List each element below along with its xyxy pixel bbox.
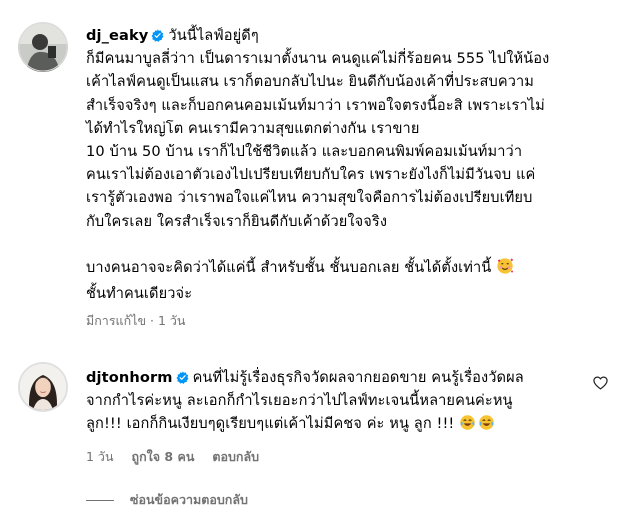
comment-line: บางคนอาจจะคิดว่าได้แค่นี้ สำหรับชั้น ชั้… xyxy=(86,258,492,276)
comment-line: ชั้นทำคนเดียวจ่ะ xyxy=(86,285,193,303)
comment-line: เค้าไลฟ์คนดูเป็นแสน เราก็ตอบกลับไปนะ ยิน… xyxy=(86,73,535,91)
username-dj-eaky[interactable]: dj_eaky xyxy=(86,27,148,44)
comment-djtonhorm: djtonhorm คนที่ไม่รู้เรื่องธุรกิจวัดผลจาก… xyxy=(86,366,584,467)
comment-line: คนที่ไม่รู้เรื่องธุรกิจวัดผลจากยอดขาย คน… xyxy=(192,369,524,386)
heart-outline-icon[interactable] xyxy=(593,375,608,390)
edited-label: มีการแก้ไข xyxy=(86,313,146,329)
avatar-djtonhorm[interactable] xyxy=(18,362,68,412)
comment-line: 10 บ้าน 50 บ้าน เราก็ไปใช้ชีวิตแล้ว และบ… xyxy=(86,143,523,161)
divider xyxy=(86,499,114,501)
comment-line: จากกำไรค่ะหนู ละเอกก็กำไรเยอะกว่าไปไลฟ์ท… xyxy=(86,392,513,410)
comment-text: djtonhorm คนที่ไม่รู้เรื่องธุรกิจวัดผลจาก… xyxy=(86,366,584,439)
caption: วันนี้ไลฟ์อยู่ดีๆ xyxy=(168,27,259,44)
comment-line: ก็มีคนมาบูลลี่ว่าา เป็นดาราเมาตั้งนาน คน… xyxy=(86,50,550,68)
meta-dot: · xyxy=(150,313,154,329)
comment-meta: มีการแก้ไข · 1 วัน xyxy=(86,311,594,331)
comment-line: เรารู้ตัวเองพอ ว่าเราพอใจแค่ไหน ความสุขใ… xyxy=(86,189,533,207)
comment-line: คนเราไม่ต้องเอาตัวเองไปเปรียบเทียบกับใคร… xyxy=(86,166,536,184)
reply-button[interactable]: ตอบกลับ xyxy=(212,449,259,464)
hide-replies-label[interactable]: ซ่อนข้อความตอบกลับ xyxy=(130,490,248,510)
comment-line: ได้ทำไรใหญ่โต คนเรามีความสุขแตกต่างกัน เ… xyxy=(86,119,420,137)
comment-dj-eaky: dj_eaky วันนี้ไลฟ์อยู่ดีๆ ก็มีคนมาบูลลี่ว… xyxy=(86,24,594,331)
comment-line: สำเร็จจริงๆ และก็บอกคนคอมเม้นท์มาว่า เรา… xyxy=(86,96,545,114)
face-with-tears-of-joy-icon xyxy=(478,414,495,438)
comment-line: ลูก!!! เอกก็กินเงียบๆดูเรียบๆแต่เค้าไม่ม… xyxy=(86,415,455,433)
comment-meta: 1 วัน ถูกใจ 8 คน ตอบกลับ xyxy=(86,447,584,467)
username-djtonhorm[interactable]: djtonhorm xyxy=(86,369,173,386)
hide-replies-button[interactable]: ซ่อนข้อความตอบกลับ xyxy=(86,490,248,510)
likes-count[interactable]: ถูกใจ 8 คน xyxy=(132,449,195,464)
comment-line: กับใครเลย ใครสำเร็จเราก็ยินดีกับเค้าด้วย… xyxy=(86,212,388,230)
smiling-face-with-hearts-icon xyxy=(496,257,514,282)
face-with-tears-of-joy-icon xyxy=(459,414,476,438)
timestamp[interactable]: 1 วัน xyxy=(86,449,114,464)
comment-text: dj_eaky วันนี้ไลฟ์อยู่ดีๆ ก็มีคนมาบูลลี่ว… xyxy=(86,24,594,305)
avatar-dj-eaky[interactable] xyxy=(18,22,68,72)
verified-badge-icon xyxy=(151,29,164,42)
verified-badge-icon xyxy=(176,371,189,384)
timestamp[interactable]: 1 วัน xyxy=(158,313,186,328)
